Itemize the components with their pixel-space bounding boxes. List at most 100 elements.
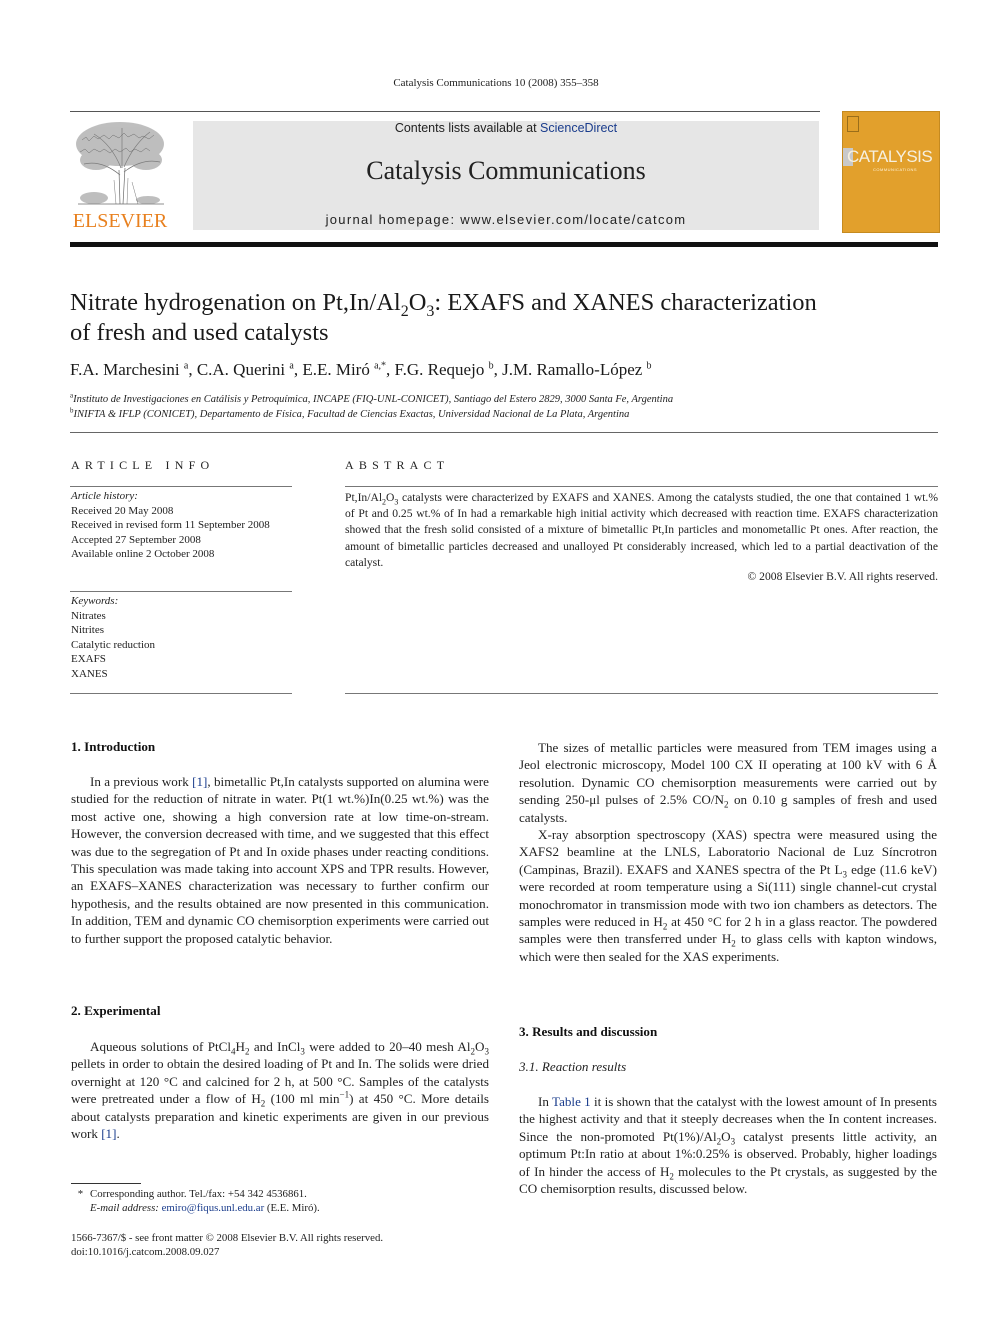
section-heading-results: 3. Results and discussion	[519, 1024, 658, 1039]
keyword: Nitrites	[71, 624, 104, 636]
subsection-heading-reaction-results: 3.1. Reaction results	[519, 1059, 627, 1074]
history-item: Available online 2 October 2008	[71, 548, 215, 560]
keyword: EXAFS	[71, 653, 106, 665]
email-link[interactable]: emiro@fiqus.unl.edu.ar	[162, 1202, 265, 1214]
keywords: Keywords: Nitrates Nitrites Catalytic re…	[71, 594, 293, 681]
title-text: : EXAFS and XANES characterization	[434, 289, 817, 316]
cover-emblem-icon	[847, 116, 859, 132]
experimental-body: Aqueous solutions of PtCl4H2 and InCl3 w…	[71, 1038, 489, 1142]
elsevier-logo[interactable]: ELSEVIER	[70, 118, 170, 234]
abstract-text: Pt,In/Al2O3 catalysts were characterized…	[345, 490, 938, 571]
author[interactable]: J.M. Ramallo-López b	[502, 360, 651, 379]
journal-homepage-link[interactable]: journal homepage: www.elsevier.com/locat…	[193, 212, 819, 227]
abstract-fragment: Pt,In/Al	[345, 491, 383, 504]
masthead-top-rule	[70, 111, 820, 112]
author-name: C.A. Querini	[196, 360, 286, 379]
methods-paragraph-tem: The sizes of metallic particles were mea…	[519, 739, 937, 826]
paragraph: The sizes of metallic particles were mea…	[519, 739, 937, 826]
title-text: Nitrate hydrogenation on Pt,In/Al	[70, 289, 401, 316]
affiliation: aInstituto de Investigaciones en Catális…	[70, 392, 930, 408]
section-heading-introduction: 1. Introduction	[71, 739, 156, 754]
text: Aqueous solutions of PtCl	[90, 1039, 232, 1054]
title-text: of fresh and used catalysts	[70, 319, 329, 346]
masthead-banner: Contents lists available at ScienceDirec…	[193, 121, 819, 230]
sciencedirect-link[interactable]: ScienceDirect	[540, 121, 617, 135]
article-info-divider	[70, 693, 292, 694]
author-affiliation-mark[interactable]: a,*	[374, 360, 386, 371]
title-subscript: 2	[400, 302, 409, 320]
history-item: Received in revised form 11 September 20…	[71, 519, 270, 531]
author-list: F.A. Marchesini a, C.A. Querini a, E.E. …	[70, 360, 652, 379]
author[interactable]: C.A. Querini a	[197, 360, 294, 379]
elsevier-tree-icon	[76, 122, 164, 205]
affiliation-text: Instituto de Investigaciones en Catálisi…	[73, 394, 674, 405]
keywords-label: Keywords:	[71, 595, 119, 607]
front-matter: 1566-7367/$ - see front matter © 2008 El…	[71, 1231, 489, 1259]
text: and InCl	[249, 1039, 301, 1054]
paragraph: Aqueous solutions of PtCl4H2 and InCl3 w…	[71, 1038, 489, 1142]
abstract-heading: ABSTRACT	[345, 458, 450, 472]
article-info-divider	[70, 591, 292, 592]
doi-link[interactable]: doi:10.1016/j.catcom.2008.09.027	[71, 1245, 489, 1259]
citation-link[interactable]: [1]	[101, 1126, 116, 1141]
section-heading-experimental: 2. Experimental	[71, 1003, 161, 1018]
author-affiliation-mark[interactable]: b	[489, 360, 494, 371]
paragraph: X-ray absorption spectroscopy (XAS) spec…	[519, 826, 937, 965]
abstract-divider	[345, 486, 938, 487]
abstract-copyright: © 2008 Elsevier B.V. All rights reserved…	[747, 570, 938, 583]
elsevier-wordmark: ELSEVIER	[72, 210, 168, 232]
author-affiliation-mark[interactable]: a	[184, 360, 188, 371]
author[interactable]: E.E. Miró a,*	[302, 360, 386, 379]
text: In a previous work	[90, 774, 193, 789]
text: In	[538, 1094, 552, 1109]
contents-availability: Contents lists available at ScienceDirec…	[193, 121, 819, 135]
paragraph: In a previous work [1], bimetallic Pt,In…	[71, 773, 489, 947]
article-info-heading: ARTICLE INFO	[71, 458, 215, 472]
superscript: −1	[339, 1089, 350, 1100]
text: .	[116, 1126, 120, 1142]
paragraph: In Table 1 it is shown that the catalyst…	[519, 1093, 937, 1197]
journal-cover-thumbnail[interactable]: CATALYSIS COMMUNICATIONS	[842, 111, 940, 233]
author-affiliation-mark[interactable]: a	[289, 360, 293, 371]
table-link[interactable]: Table 1	[552, 1094, 591, 1109]
text: (100 ml min	[265, 1091, 340, 1107]
contents-prefix-text: Contents lists available at	[394, 121, 541, 135]
introduction-body: In a previous work [1], bimetallic Pt,In…	[71, 773, 489, 947]
author-name: F.G. Requejo	[394, 360, 485, 379]
methods-paragraph-xas: X-ray absorption spectroscopy (XAS) spec…	[519, 826, 937, 965]
article-history: Article history: Received 20 May 2008 Re…	[71, 489, 293, 562]
citation-link[interactable]: [1]	[192, 774, 207, 789]
abstract-divider	[345, 693, 938, 694]
article-info-divider	[70, 486, 292, 487]
keyword: Catalytic reduction	[71, 638, 155, 651]
affiliation-text: INIFTA & IFLP (CONICET), Departamento de…	[73, 408, 630, 420]
footnote-mark: *	[77, 1188, 84, 1200]
keyword: XANES	[71, 667, 108, 680]
author-name: J.M. Ramallo-López	[502, 360, 643, 379]
author-affiliation-mark[interactable]: b	[647, 360, 652, 371]
history-item: Accepted 27 September 2008	[71, 533, 201, 546]
corresponding-author-text: Corresponding author. Tel./fax: +54 342 …	[90, 1188, 307, 1200]
issn-line: 1566-7367/$ - see front matter © 2008 El…	[71, 1232, 384, 1244]
affiliation: bINIFTA & IFLP (CONICET), Departamento d…	[70, 407, 930, 423]
footnote-line: E-mail address: emiro@fiqus.unl.edu.ar (…	[71, 1201, 489, 1215]
footnote-rule	[71, 1183, 141, 1184]
affiliation-divider	[70, 432, 938, 433]
text: O	[721, 1128, 731, 1144]
results-body: In Table 1 it is shown that the catalyst…	[519, 1093, 937, 1197]
running-header: Catalysis Communications 10 (2008) 355–3…	[393, 77, 599, 89]
text: , bimetallic Pt,In catalysts supported o…	[71, 774, 489, 946]
footnote: * Corresponding author. Tel./fax: +54 342…	[71, 1187, 489, 1215]
email-suffix: (E.E. Miró).	[264, 1202, 320, 1215]
email-label: E-mail address:	[90, 1202, 162, 1215]
title-text: O	[408, 289, 427, 316]
cover-title: CATALYSIS	[847, 147, 933, 166]
author[interactable]: F.A. Marchesini a	[70, 360, 188, 379]
abstract-fragment: catalysts were characterized by EXAFS an…	[345, 491, 938, 569]
masthead-bottom-rule	[70, 242, 938, 247]
cover-subtitle: COMMUNICATIONS	[873, 167, 918, 172]
text: H	[235, 1039, 246, 1054]
article-history-label: Article history:	[71, 490, 138, 502]
author[interactable]: F.G. Requejo b	[395, 360, 494, 379]
history-item: Received 20 May 2008	[71, 504, 174, 517]
